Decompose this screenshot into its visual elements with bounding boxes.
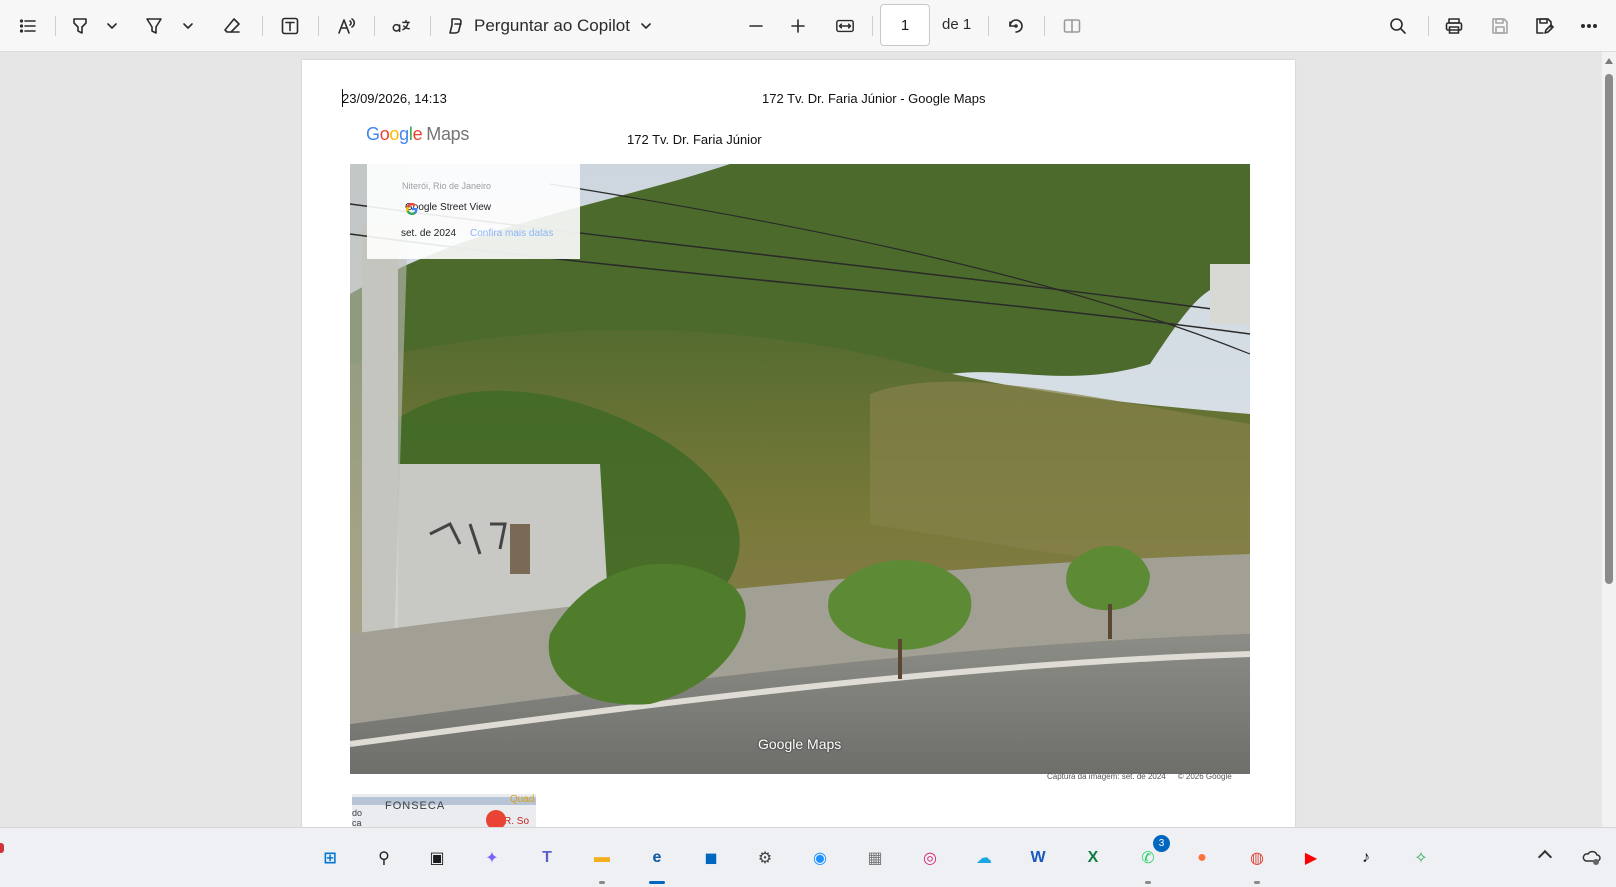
read-aloud-icon[interactable] [332, 10, 360, 42]
taskbar-quick-assist-icon[interactable]: ◉ [803, 841, 837, 875]
highlight-icon[interactable] [66, 10, 94, 42]
header-title: 172 Tv. Dr. Faria Júnior - Google Maps [762, 91, 986, 106]
toolbar-separator [1428, 16, 1429, 36]
taskbar-copilot-icon[interactable]: ✦ [475, 841, 509, 875]
toolbar-separator [262, 16, 263, 36]
more-dates-link[interactable]: Confira mais datas [470, 228, 553, 239]
taskbar-task-view-icon[interactable]: ▣ [420, 841, 454, 875]
copilot-button[interactable]: Perguntar ao Copilot [446, 10, 666, 42]
text-box-icon[interactable] [276, 10, 304, 42]
onedrive-icon[interactable] [1580, 846, 1602, 868]
toolbar-separator [430, 16, 431, 36]
show-hidden-icons-chevron-icon[interactable] [1537, 849, 1553, 865]
street-view-date: set. de 2024 [401, 228, 457, 239]
draw-icon[interactable] [140, 10, 168, 42]
header-datetime: 23/09/2026, 14:13 [342, 91, 447, 106]
notification-indicator [0, 843, 4, 853]
toolbar-separator [374, 16, 375, 36]
search-icon[interactable] [1384, 10, 1412, 42]
page-number-input[interactable] [880, 4, 930, 46]
taskbar-instagram-icon[interactable]: ◎ [913, 841, 947, 875]
taskbar-tiktok-icon[interactable]: ♪ [1349, 841, 1383, 875]
erase-icon[interactable] [218, 10, 246, 42]
place-address: 172 Tv. Dr. Faria Júnior [627, 132, 762, 147]
zoom-in-icon[interactable] [784, 10, 812, 42]
taskbar-start-icon[interactable]: ⊞ [313, 841, 347, 875]
taskbar-settings-icon[interactable]: ⚙ [748, 841, 782, 875]
taskbar-youtube-icon[interactable]: ▶ [1294, 841, 1328, 875]
taskbar-excel-icon[interactable]: X [1076, 841, 1110, 875]
google-maps-watermark: Google Maps [758, 736, 842, 752]
copilot-icon [449, 18, 462, 34]
scroll-thumb[interactable] [1605, 74, 1613, 584]
toolbar-separator [318, 16, 319, 36]
taskbar-weather-app-icon[interactable]: ☁ [967, 841, 1001, 875]
taskbar-whatsapp-icon[interactable]: ✆ 3 [1131, 835, 1170, 884]
map-label-neighborhood: FONSECA [385, 800, 446, 812]
vertical-scrollbar[interactable] [1602, 52, 1616, 827]
google-maps-logo: Google Maps [366, 124, 470, 144]
taskbar-firefox-icon[interactable]: ● [1185, 841, 1219, 875]
google-g-icon [406, 203, 418, 215]
toolbar-separator [55, 16, 56, 36]
whatsapp-badge: 3 [1153, 835, 1170, 852]
toolbar-separator [988, 16, 989, 36]
windows-taskbar: ⊞ ⚲ ▣ ✦ T ▬ e ◼ ⚙ ◉ ▦ ◎ ☁ W X ✆ 3 ● ◍ ▶ ♪ ✧ [0, 827, 1616, 887]
print-icon[interactable] [1440, 10, 1468, 42]
map-label-left: do ca [352, 808, 363, 827]
chevron-down-icon[interactable] [104, 10, 120, 42]
taskbar-maps-app-icon[interactable]: ✧ [1404, 841, 1438, 875]
copilot-label: Perguntar ao Copilot [474, 16, 630, 35]
page-count: de 1 [942, 16, 972, 33]
chevron-down-icon [641, 23, 651, 29]
zoom-out-icon[interactable] [742, 10, 770, 42]
fit-width-icon[interactable] [830, 10, 860, 42]
taskbar-photos-icon[interactable]: ▦ [858, 841, 892, 875]
pdf-page[interactable]: 23/09/2026, 14:13 172 Tv. Dr. Faria Júni… [302, 60, 1295, 827]
rotate-icon[interactable] [1002, 10, 1030, 42]
taskbar-teams-icon[interactable]: T [530, 841, 564, 875]
translate-icon[interactable] [386, 10, 416, 42]
taskbar-edge-icon[interactable]: e [640, 841, 674, 884]
chevron-down-icon[interactable] [180, 10, 196, 42]
document-viewport[interactable]: 23/09/2026, 14:13 172 Tv. Dr. Faria Júni… [0, 52, 1602, 827]
mini-map: FONSECA Quad R. So do ca [352, 794, 536, 827]
toolbar-separator [1044, 16, 1045, 36]
taskbar-file-explorer-icon[interactable]: ▬ [585, 841, 619, 884]
street-view-info-card: Niterói, Rio de Janeiro Google Street Vi… [367, 164, 580, 259]
map-label-street: R. So [504, 816, 530, 827]
taskbar-chrome-icon[interactable]: ◍ [1240, 841, 1274, 884]
pdf-toolbar: Perguntar ao Copilot de 1 [0, 0, 1616, 52]
contents-icon[interactable] [14, 10, 42, 42]
scroll-up-arrow-icon[interactable] [1605, 58, 1613, 64]
street-view-image: Niterói, Rio de Janeiro Google Street Vi… [350, 164, 1250, 774]
street-view-brand: Google Street View [405, 202, 491, 215]
save-icon[interactable] [1486, 10, 1514, 42]
street-view-location: Niterói, Rio de Janeiro [402, 181, 492, 191]
save-as-icon[interactable] [1530, 10, 1558, 42]
image-credit: Captura da imagem: set. de 2024 © 2026 Go… [1047, 772, 1232, 781]
taskbar-store-icon[interactable]: ◼ [694, 841, 728, 875]
taskbar-word-icon[interactable]: W [1021, 841, 1055, 875]
toolbar-separator [872, 16, 873, 36]
map-label-top-right: Quad [510, 794, 535, 805]
taskbar-search-icon[interactable]: ⚲ [367, 841, 401, 875]
more-icon[interactable] [1575, 10, 1603, 42]
page-view-icon[interactable] [1058, 10, 1086, 42]
